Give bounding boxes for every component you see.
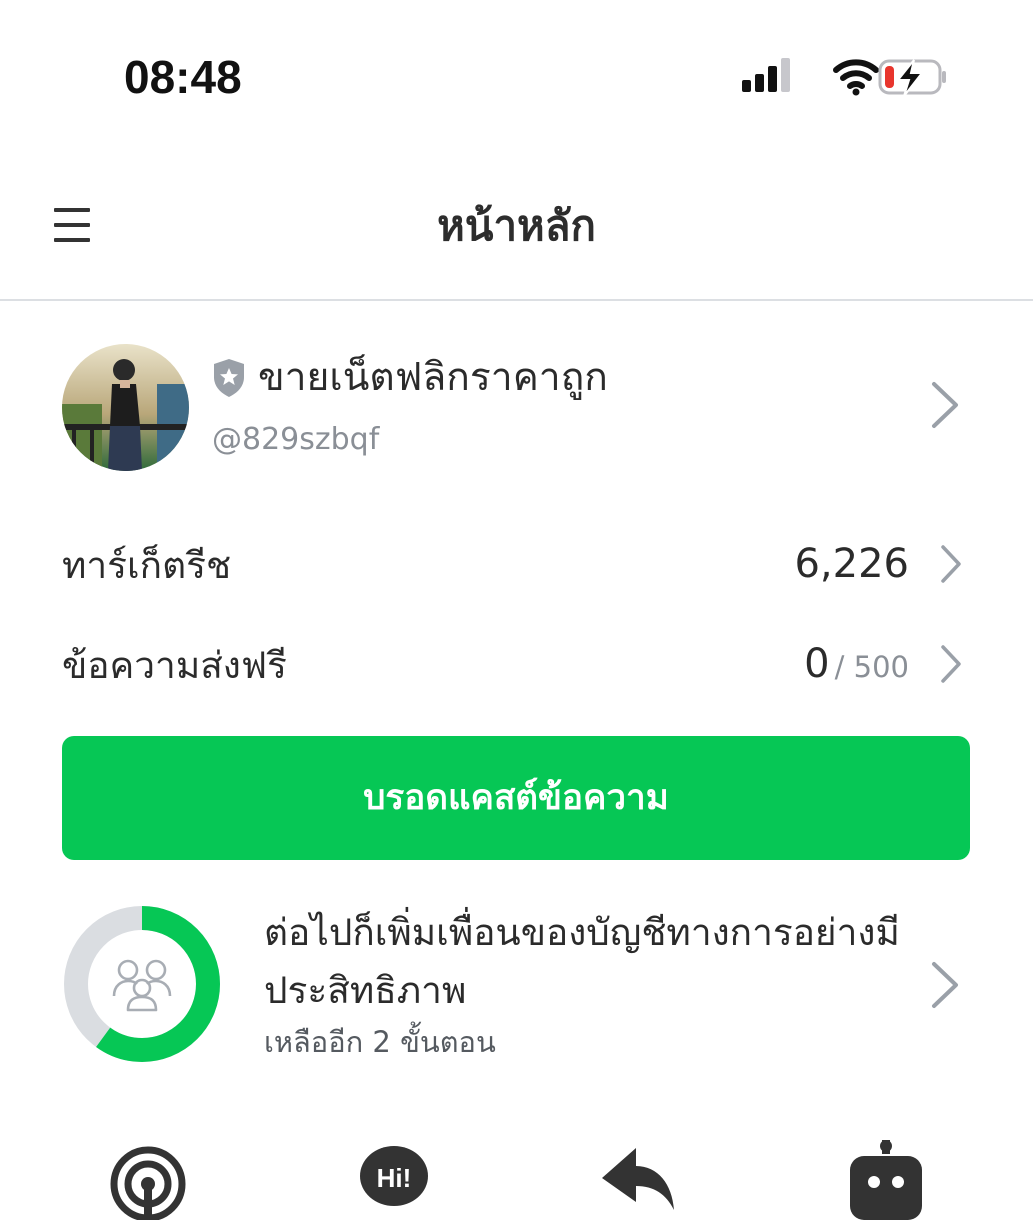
account-id: @829szbqf (212, 422, 380, 457)
progress-steps-remaining: เหลืออีก 2 ขั้นตอน (264, 1025, 496, 1059)
target-reach-value: 6,226 (794, 541, 909, 587)
broadcast-button-label: บรอดแคสต์ข้อความ (363, 778, 669, 818)
status-time: 08:48 (124, 51, 242, 103)
free-messages-limit: / 500 (834, 650, 909, 684)
greeting-hi-icon[interactable]: Hi! (352, 1140, 436, 1220)
page-title: หน้าหลัก (437, 201, 596, 250)
chevron-right-icon (928, 380, 962, 430)
battery-charging-low-icon (878, 59, 946, 97)
status-icons (738, 56, 950, 100)
target-reach-label: ทาร์เก็ตรีช (62, 544, 232, 587)
wifi-icon (833, 59, 879, 96)
chevron-right-icon (938, 543, 964, 585)
friends-group-icon (112, 959, 172, 1012)
bot-icon[interactable] (844, 1140, 928, 1220)
cellular-signal-icon (742, 58, 790, 92)
free-messages-used: 0 (804, 641, 830, 687)
free-messages-value: 0 / 500 (804, 636, 909, 695)
chevron-right-icon (928, 960, 962, 1010)
shield-star-icon (212, 358, 246, 398)
broadcast-message-button[interactable]: บรอดแคสต์ข้อความ (62, 736, 970, 860)
svg-text:Hi!: Hi! (377, 1163, 412, 1193)
header-divider (0, 299, 1033, 301)
reply-icon[interactable] (598, 1140, 682, 1220)
progress-title: ต่อไปก็เพิ่มเพื่อนของบัญชีทางการอย่างมีป… (264, 911, 900, 1012)
account-name: ขายเน็ตฟลิกราคาถูก (258, 355, 608, 400)
broadcast-signal-icon[interactable] (106, 1140, 190, 1224)
progress-ring (62, 904, 222, 1064)
avatar (62, 344, 189, 471)
free-messages-label: ข้อความส่งฟรี (62, 644, 287, 687)
chevron-right-icon (938, 643, 964, 685)
